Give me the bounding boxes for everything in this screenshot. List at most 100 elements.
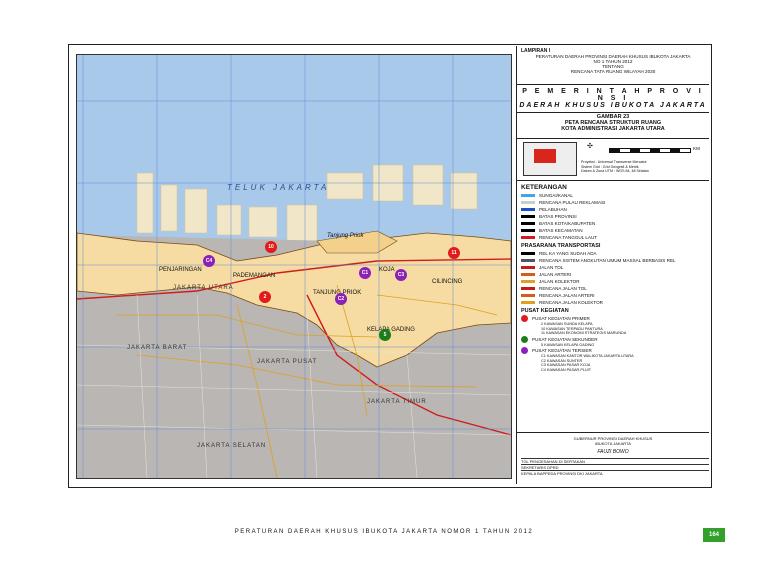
legend-label: SUNGAI/KANAL bbox=[539, 193, 573, 198]
legend-dot-icon bbox=[521, 347, 528, 354]
legend-row: BATAS KOTA/KABUPATEN bbox=[521, 220, 709, 227]
legend-line-icon bbox=[521, 222, 535, 225]
place-koja: KOJA bbox=[379, 267, 395, 273]
place-tanjung-priok-port: Tanjung Priok bbox=[327, 233, 364, 239]
activity-sub-item: C4 KAWASAN PASAR PLUIT bbox=[541, 367, 592, 372]
legend-label: RENCANA SISTEM ANGKUTAN UMUM MASSAL BERB… bbox=[539, 258, 676, 263]
legend-line-icon bbox=[521, 201, 535, 204]
legend-label: PUSAT KEGIATAN PRIMER bbox=[532, 316, 590, 321]
signature-line2: IBUKOTA JAKARTA bbox=[595, 441, 631, 446]
signature-name: FAUZI BOWO bbox=[597, 449, 629, 455]
legend-row: PUSAT KEGIATAN PRIMER bbox=[521, 315, 709, 322]
legend-line-icon bbox=[521, 287, 535, 290]
legend-row: RENCANA SISTEM ANGKUTAN UMUM MASSAL BERB… bbox=[521, 257, 709, 264]
grid-value: Grid Geografi & Metrik bbox=[602, 164, 639, 169]
legend-items: SUNGAI/KANAL RENCANA PULAU REKLAMASI PELAB… bbox=[517, 192, 709, 241]
legend-line-icon bbox=[521, 273, 535, 276]
activity-title: PUSAT KEGIATAN bbox=[521, 308, 569, 314]
grid-label: Sistem Grid bbox=[581, 164, 600, 169]
legend-label: RENCANA JALAN ARTERI bbox=[539, 293, 595, 298]
legend-label: BATAS PROVINSI bbox=[539, 214, 577, 219]
transport-title: PRASARANA TRANSPORTASI bbox=[521, 243, 601, 249]
region-jakarta-selatan: JAKARTA SELATAN bbox=[197, 443, 267, 449]
marker-10[interactable]: 10 bbox=[265, 241, 277, 253]
legend-label: REL KA YANG SUDAH ADA bbox=[539, 251, 597, 256]
signature-row-3: KEPALA BAPPEDA PROVINSI DKI JAKARTA bbox=[521, 470, 709, 476]
legend-label: RENCANA PULAU REKLAMASI bbox=[539, 200, 606, 205]
legend-line-icon bbox=[521, 229, 535, 232]
government-header: P E M E R I N T A H P R O V I N S I DAER… bbox=[517, 84, 709, 113]
north-arrow-icon: ✣ bbox=[587, 143, 593, 150]
legend-label: RENCANA TANGGUL LAUT bbox=[539, 235, 598, 240]
legend-line-icon bbox=[521, 266, 535, 269]
proyeksi-value: Universal Transverse Mercator bbox=[597, 160, 647, 164]
legend-title: KETERANGAN bbox=[521, 184, 567, 191]
legend-row: RENCANA JALAN KOLEKTOR bbox=[521, 299, 709, 306]
place-pademangan: PADEMANGAN bbox=[233, 273, 276, 279]
projection-info: Proyeksi : Universal Transverse Mercator… bbox=[581, 160, 649, 173]
legend-row: SUNGAI/KANAL bbox=[521, 192, 709, 199]
marker-11[interactable]: 11 bbox=[448, 247, 460, 259]
legend-label: JALAN ARTERI bbox=[539, 272, 572, 277]
legend-row: BATAS PROVINSI bbox=[521, 213, 709, 220]
legend-line-icon bbox=[521, 301, 535, 304]
legend-line-icon bbox=[521, 259, 535, 262]
marker-c1[interactable]: C1 bbox=[359, 267, 371, 279]
place-cilincing: CILINCING bbox=[432, 279, 463, 285]
legend-row: RENCANA JALAN TOL bbox=[521, 285, 709, 292]
legend-label: RENCANA JALAN KOLEKTOR bbox=[539, 300, 603, 305]
activity-items: PUSAT KEGIATAN PRIMER 2 KAWASAN SUNDA KEL… bbox=[517, 315, 709, 372]
legend-row: RENCANA TANGGUL LAUT bbox=[521, 234, 709, 241]
signature-box: GUBERNUR PROVINSI DAERAH KHUSUS IBUKOTA … bbox=[517, 434, 709, 484]
legend-row: PUSAT KEGIATAN TERSIER bbox=[521, 347, 709, 354]
legend-line-icon bbox=[521, 294, 535, 297]
legend-line-icon bbox=[521, 215, 535, 218]
map-canvas bbox=[77, 55, 511, 478]
legend-row: BATAS KECAMATAN bbox=[521, 227, 709, 234]
legend-line-icon bbox=[521, 208, 535, 211]
legend-row: JALAN KOLEKTOR bbox=[521, 278, 709, 285]
legend-row: JALAN ARTERI bbox=[521, 271, 709, 278]
legend-line-icon bbox=[521, 236, 535, 239]
legend-label: BATAS KOTA/KABUPATEN bbox=[539, 221, 596, 226]
proyeksi-label: Proyeksi bbox=[581, 160, 595, 164]
legend-label: PELABUHAN bbox=[539, 207, 567, 212]
legend-row: PUSAT KEGIATAN SEKUNDER bbox=[521, 335, 709, 343]
legend-label: RENCANA JALAN TOL bbox=[539, 286, 587, 291]
government-line1: P E M E R I N T A H P R O V I N S I bbox=[522, 88, 704, 102]
sea-label: TELUK JAKARTA bbox=[227, 183, 330, 192]
legend-line-icon bbox=[521, 252, 535, 255]
region-jakarta-barat: JAKARTA BARAT bbox=[127, 345, 188, 351]
legend-box: KETERANGAN SUNGAI/KANAL RENCANA PULAU REK… bbox=[517, 182, 709, 433]
inset-box: ✣ KM Proyeksi : Universal Transverse Mer… bbox=[517, 138, 709, 181]
marker-5[interactable]: 5 bbox=[379, 329, 391, 341]
scale-bar bbox=[609, 148, 691, 153]
page-number: 164 bbox=[703, 528, 725, 542]
legend-label: PUSAT KEGIATAN SEKUNDER bbox=[532, 336, 598, 342]
inset-highlight bbox=[534, 149, 556, 163]
legend-dot-icon bbox=[521, 315, 528, 322]
marker-c2[interactable]: C2 bbox=[335, 293, 347, 305]
marker-c3[interactable]: C3 bbox=[395, 269, 407, 281]
map-frame: TELUK JAKARTA PENJARINGAN PADEMANGAN TAN… bbox=[76, 54, 512, 479]
place-penjaringan: PENJARINGAN bbox=[159, 267, 202, 273]
datum-label: Datum & Zona UTM bbox=[581, 169, 613, 173]
scale-unit: KM bbox=[693, 146, 700, 151]
transport-items: REL KA YANG SUDAH ADA RENCANA SISTEM ANGK… bbox=[517, 250, 709, 306]
inset-map bbox=[523, 142, 577, 176]
legend-label: JALAN TOL bbox=[539, 265, 564, 270]
figure-title: GAMBAR 23 PETA RENCANA STRUKTUR RUANG KO… bbox=[517, 112, 709, 139]
datum-value: WGS 84, 48 Selatan bbox=[615, 169, 649, 173]
marker-2[interactable]: 2 bbox=[259, 291, 271, 303]
legend-panel: LAMPIRAN I PERATURAN DAERAH PROVINSI DAE… bbox=[516, 46, 709, 484]
regulation-header: LAMPIRAN I PERATURAN DAERAH PROVINSI DAE… bbox=[517, 46, 709, 85]
regulation-line4: RENCANA TATA RUANG WILAYAH 2030 bbox=[570, 69, 656, 74]
legend-label: BATAS KECAMATAN bbox=[539, 228, 583, 233]
legend-row: RENCANA JALAN ARTERI bbox=[521, 292, 709, 299]
marker-c4[interactable]: C4 bbox=[203, 255, 215, 267]
legend-dot-icon bbox=[521, 335, 528, 343]
region-jakarta-utara: JAKARTA UTARA bbox=[173, 285, 234, 291]
legend-row: PELABUHAN bbox=[521, 206, 709, 213]
legend-row: RENCANA PULAU REKLAMASI bbox=[521, 199, 709, 206]
legend-row: REL KA YANG SUDAH ADA bbox=[521, 250, 709, 257]
